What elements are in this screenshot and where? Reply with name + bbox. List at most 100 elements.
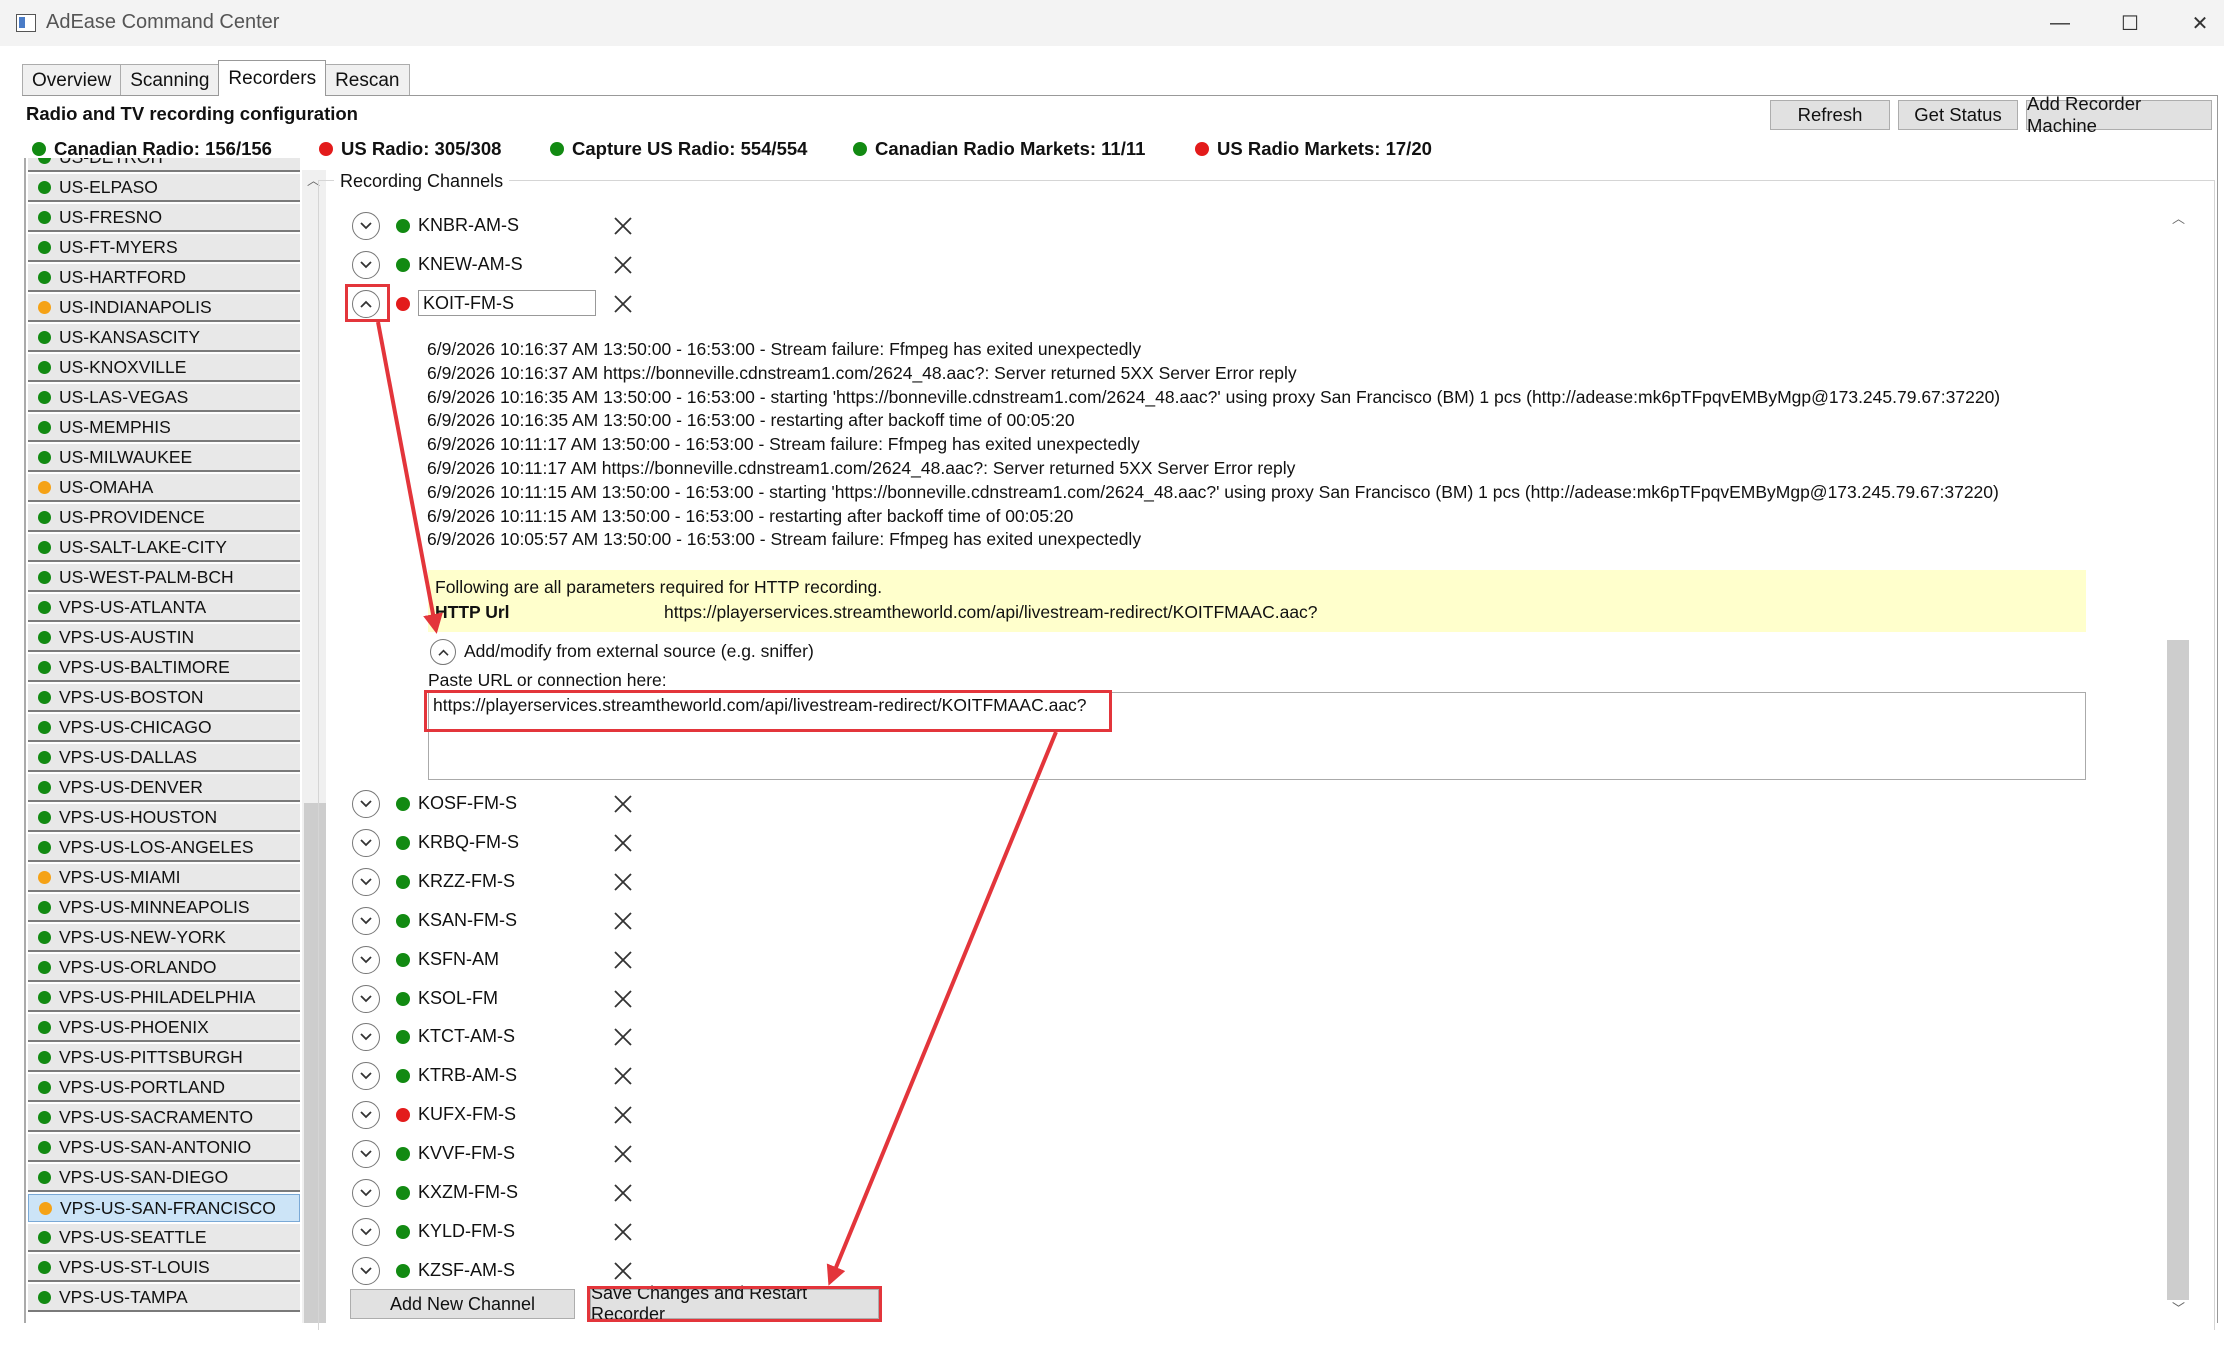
expand-chevron-icon[interactable] [352, 1023, 380, 1052]
market-item[interactable]: VPS-US-SAN-FRANCISCO [28, 1194, 300, 1222]
tab-overview[interactable]: Overview [22, 64, 122, 96]
market-item[interactable]: VPS-US-MIAMI [28, 864, 300, 892]
market-item[interactable]: VPS-US-SEATTLE [28, 1224, 300, 1252]
collapse-chevron-icon[interactable] [352, 290, 380, 318]
market-item[interactable]: US-KNOXVILLE [28, 354, 300, 382]
add-new-channel-button[interactable]: Add New Channel [350, 1289, 575, 1319]
market-item[interactable]: VPS-US-SAN-ANTONIO [28, 1134, 300, 1162]
channel-name-input[interactable]: KOIT-FM-S [418, 290, 596, 316]
delete-channel-icon[interactable] [612, 910, 634, 932]
market-item[interactable]: US-OMAHA [28, 474, 300, 502]
market-item[interactable]: US-INDIANAPOLIS [28, 294, 300, 322]
save-restart-button[interactable]: Save Changes and Restart Recorder [590, 1283, 879, 1324]
market-item[interactable]: US-KANSASCITY [28, 324, 300, 352]
market-item[interactable]: US-FT-MYERS [28, 234, 300, 262]
close-window-button[interactable]: ✕ [2180, 8, 2220, 38]
market-item[interactable]: VPS-US-BALTIMORE [28, 654, 300, 682]
market-item[interactable]: VPS-US-AUSTIN [28, 624, 300, 652]
delete-channel-icon[interactable] [612, 1260, 634, 1282]
expand-chevron-icon[interactable] [352, 212, 380, 240]
delete-channel-icon[interactable] [612, 832, 634, 854]
delete-channel-icon[interactable] [612, 1026, 634, 1048]
expand-chevron-icon[interactable] [352, 1140, 380, 1169]
status-dot [32, 142, 46, 156]
delete-channel-icon[interactable] [612, 1104, 634, 1126]
expand-chevron-icon[interactable] [352, 984, 380, 1013]
paste-label: Paste URL or connection here: [428, 670, 667, 690]
market-item[interactable]: VPS-US-SACRAMENTO [28, 1104, 300, 1132]
market-item[interactable]: VPS-US-SAN-DIEGO [28, 1164, 300, 1192]
channel-log: 6/9/2026 10:16:37 AM 13:50:00 - 16:53:00… [427, 338, 2000, 552]
expand-chevron-icon[interactable] [352, 1256, 380, 1285]
delete-channel-icon[interactable] [612, 793, 634, 815]
market-item[interactable]: VPS-US-NEW-YORK [28, 924, 300, 952]
market-item[interactable]: US-ELPASO [28, 174, 300, 202]
market-item[interactable]: VPS-US-PORTLAND [28, 1074, 300, 1102]
scroll-up-icon[interactable]: ︿ [2172, 208, 2185, 227]
market-item[interactable]: US-FRESNO [28, 204, 300, 232]
market-item[interactable]: VPS-US-BOSTON [28, 684, 300, 712]
expand-chevron-icon[interactable] [352, 1179, 380, 1207]
market-item[interactable]: VPS-US-DALLAS [28, 744, 300, 772]
market-item[interactable]: VPS-US-CHICAGO [28, 714, 300, 742]
collapse-chevron-icon[interactable] [430, 639, 456, 665]
channels-scroll-thumb[interactable] [2167, 640, 2189, 1300]
delete-channel-icon[interactable] [612, 1143, 634, 1165]
expand-chevron-icon[interactable] [352, 1217, 380, 1246]
expand-chevron-icon[interactable] [352, 906, 380, 935]
minimize-button[interactable]: — [2040, 8, 2080, 38]
scroll-down-icon[interactable]: ﹀ [2172, 1298, 2185, 1317]
market-list[interactable]: US-DETROIT US-ELPASO US-FRESNO US-FT-MYERS U… [24, 158, 300, 1323]
tab-rescan[interactable]: Rescan [325, 64, 410, 96]
market-item[interactable]: VPS-US-PITTSBURGH [28, 1044, 300, 1072]
market-item[interactable]: US-MILWAUKEE [28, 444, 300, 472]
market-item[interactable]: VPS-US-MINNEAPOLIS [28, 894, 300, 922]
delete-channel-icon[interactable] [612, 949, 634, 971]
market-item[interactable]: VPS-US-LOS-ANGELES [28, 834, 300, 862]
expand-chevron-icon[interactable] [352, 867, 380, 896]
delete-channel-icon[interactable] [612, 988, 634, 1010]
market-item[interactable]: VPS-US-HOUSTON [28, 804, 300, 832]
expand-chevron-icon[interactable] [352, 828, 380, 857]
add-recorder-machine-button[interactable]: Add Recorder Machine [2026, 93, 2212, 136]
market-item[interactable]: VPS-US-ATLANTA [28, 594, 300, 622]
expand-chevron-icon[interactable] [352, 790, 380, 818]
delete-channel-icon[interactable] [612, 293, 634, 315]
tab-scanning[interactable]: Scanning [120, 64, 220, 96]
market-item[interactable]: VPS-US-ST-LOUIS [28, 1254, 300, 1282]
title-bar: AdEase Command Center — ☐ ✕ [0, 0, 2224, 46]
market-item[interactable]: US-PROVIDENCE [28, 504, 300, 532]
market-item[interactable]: VPS-US-DENVER [28, 774, 300, 802]
get-status-button[interactable]: Get Status [1898, 100, 2018, 130]
status-dot [38, 210, 51, 224]
status-dot [396, 1147, 410, 1162]
expand-chevron-icon[interactable] [352, 1062, 380, 1091]
market-item[interactable]: US-HARTFORD [28, 264, 300, 292]
expand-chevron-icon[interactable] [352, 250, 380, 279]
delete-channel-icon[interactable] [612, 1065, 634, 1087]
market-item[interactable]: VPS-US-PHOENIX [28, 1014, 300, 1042]
refresh-button[interactable]: Refresh [1770, 100, 1890, 130]
log-line: 6/9/2026 10:16:37 AM 13:50:00 - 16:53:00… [427, 339, 1142, 359]
maximize-button[interactable]: ☐ [2110, 8, 2150, 38]
market-item[interactable]: VPS-US-ORLANDO [28, 954, 300, 982]
market-item[interactable]: VPS-US-TAMPA [28, 1284, 300, 1312]
delete-channel-icon[interactable] [612, 871, 634, 893]
delete-channel-icon[interactable] [612, 215, 634, 237]
market-item[interactable]: US-DETROIT [28, 158, 300, 172]
paste-url-value: https://playerservices.streamtheworld.co… [433, 695, 1087, 715]
market-item[interactable]: US-SALT-LAKE-CITY [28, 534, 300, 562]
expand-chevron-icon[interactable] [352, 945, 380, 974]
delete-channel-icon[interactable] [612, 1221, 634, 1243]
status-dot [38, 1290, 51, 1304]
tab-recorders[interactable]: Recorders [218, 60, 327, 96]
market-item[interactable]: VPS-US-PHILADELPHIA [28, 984, 300, 1012]
market-label: VPS-US-BOSTON [59, 686, 204, 707]
market-item[interactable]: US-LAS-VEGAS [28, 384, 300, 412]
delete-channel-icon[interactable] [612, 1182, 634, 1204]
status-dot [1195, 142, 1209, 156]
expand-chevron-icon[interactable] [352, 1101, 380, 1130]
delete-channel-icon[interactable] [612, 254, 634, 276]
market-item[interactable]: US-WEST-PALM-BCH [28, 564, 300, 592]
market-item[interactable]: US-MEMPHIS [28, 414, 300, 442]
